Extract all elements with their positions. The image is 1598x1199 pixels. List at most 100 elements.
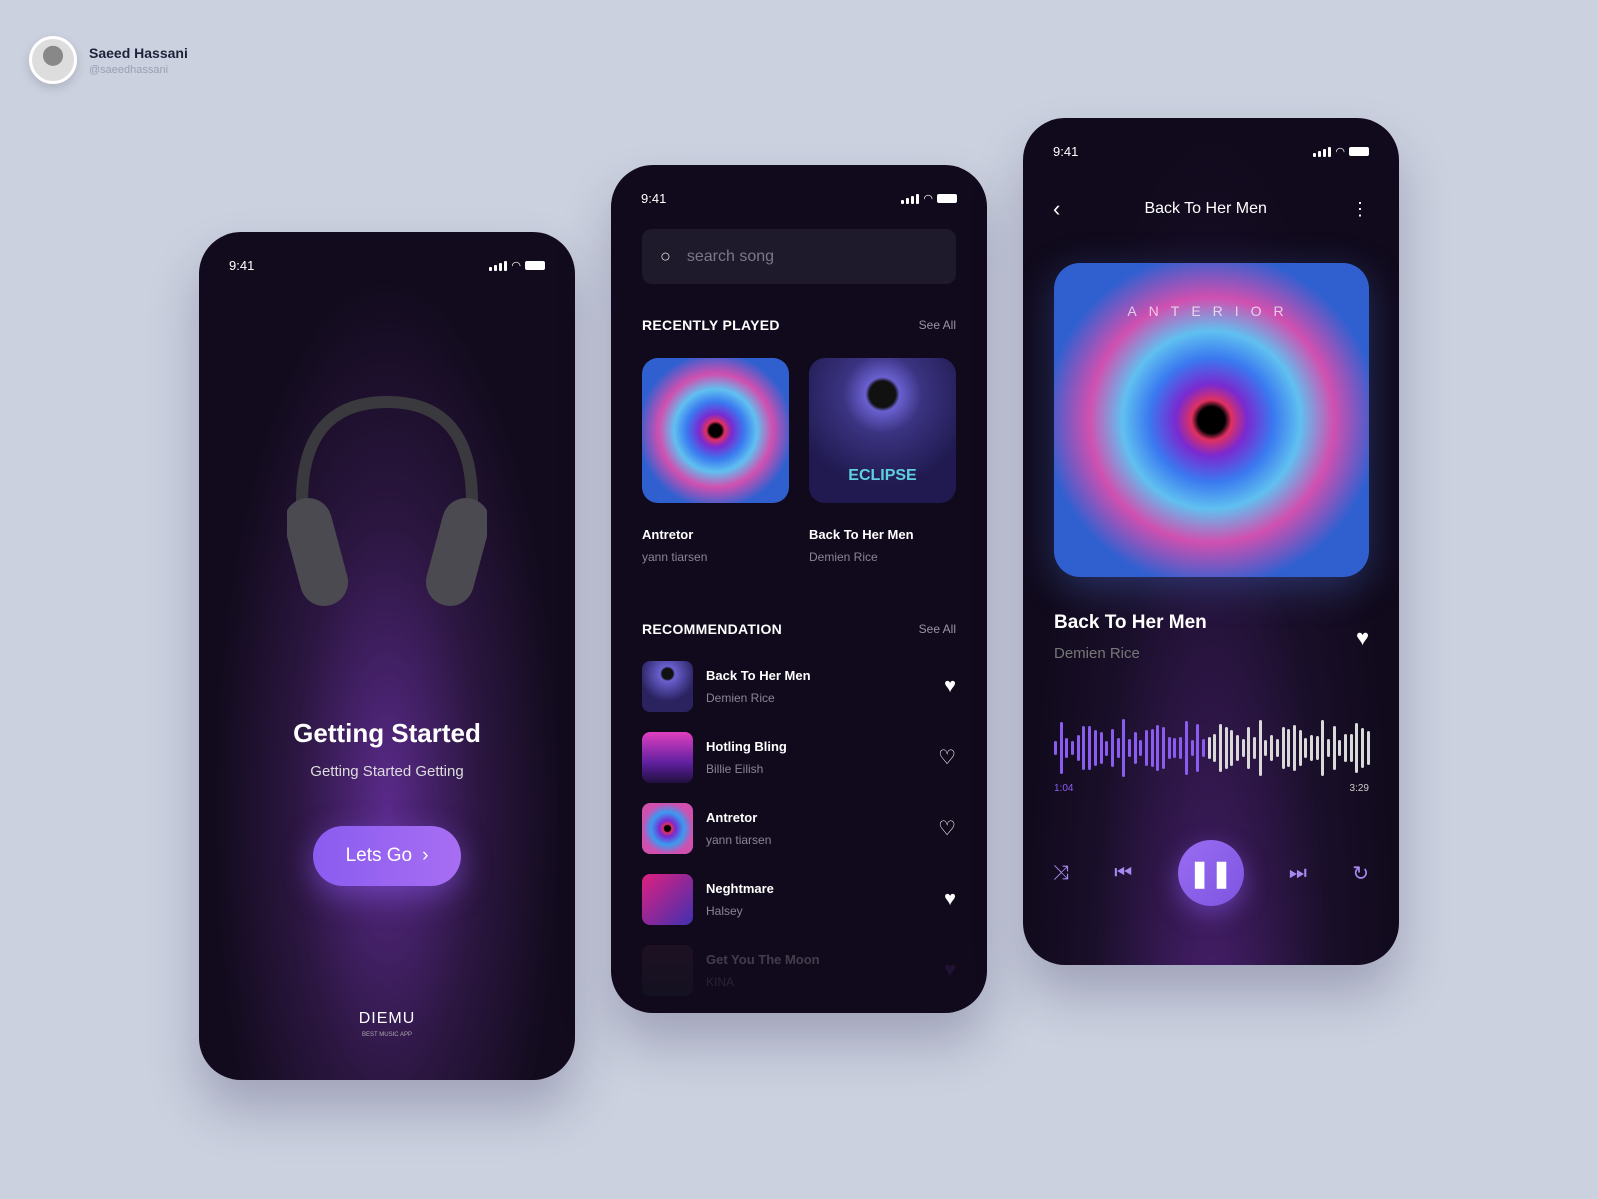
author-name: Saeed Hassani [89,44,188,61]
back-icon[interactable]: ‹ [1053,196,1060,222]
waveform-bar [1059,722,1063,774]
waveform-bar [1122,719,1126,777]
waveform-bar [1241,739,1245,757]
section-title: RECENTLY PLAYED [642,317,780,333]
pause-button[interactable]: ❚❚ [1177,840,1244,906]
status-bar: 9:41 ◠ [641,191,957,206]
battery-icon [937,194,957,203]
avatar [29,36,77,84]
waveform-bar [1082,725,1086,771]
waveform-scrubber[interactable] [1054,716,1370,780]
recommendation-item[interactable]: Neghtmare Halsey ♥ [642,872,956,926]
heart-icon[interactable]: ♡ [938,745,956,770]
pause-icon: ❚❚ [1188,857,1233,888]
recommendation-item[interactable]: Antretor yann tiarsen ♡ [642,801,956,855]
waveform-bar [1065,738,1069,758]
waveform-bar [1071,740,1075,756]
album-thumb [642,873,693,925]
author-handle: @saeedhassani [89,63,169,76]
brand-logo: DIEMU [358,1010,416,1027]
duration: 3:29 [1349,783,1369,794]
next-icon[interactable]: ⏭ [1289,862,1307,885]
song-title: Back To Her Men [706,667,811,683]
cover-text: ECLIPSE [848,467,917,484]
recent-card[interactable]: ECLIPSE Back To Her Men Demien Rice [809,358,956,564]
heart-icon[interactable]: ♥ [944,888,956,911]
waveform-bar [1099,732,1103,764]
brand-tagline: BEST MUSIC APP [362,1032,412,1038]
author: Saeed Hassani @saeedhassani [29,36,188,84]
waveform-bar [1184,720,1188,776]
search-input[interactable]: ○ search song [642,229,956,284]
song-artist: Demien Rice [706,690,775,705]
waveform-bar [1338,740,1342,756]
waveform-bar [1355,722,1359,774]
see-all-link[interactable]: See All [919,622,956,636]
wifi-icon: ◠ [923,193,933,205]
more-icon[interactable]: ⋮ [1351,199,1369,220]
waveform-bar [1287,729,1291,767]
waveform-bar [1201,739,1205,757]
status-bar: 9:41 ◠ [1053,144,1369,159]
time: 9:41 [1053,144,1079,159]
waveform-bar [1327,739,1330,757]
recommendation-item[interactable]: Hotling Bling Billie Eilish ♡ [642,730,956,784]
shuffle-icon[interactable]: ⤨ [1053,862,1069,885]
waveform-bar [1207,737,1211,759]
previous-icon[interactable]: ⏮ [1114,862,1132,885]
waveform-bar [1230,730,1234,766]
heart-icon[interactable]: ♡ [938,816,956,841]
onboarding-title: Getting Started [293,718,481,748]
battery-icon [525,261,545,270]
waveform-bar [1116,738,1120,758]
waveform-bar [1139,740,1143,756]
wifi-icon: ◠ [511,260,521,272]
waveform-bar [1247,726,1251,770]
recent-card[interactable]: Antretor yann tiarsen [642,358,789,564]
album-cover [642,358,789,503]
time: 9:41 [641,191,667,206]
signal-icon [901,193,920,204]
search-placeholder: search song [686,247,775,265]
headphones-image [287,395,487,606]
waveform-bar [1361,727,1365,769]
song-artist: Demien Rice [809,550,878,564]
home-screen: 9:41 ◠ ○ search song RECENTLY PLAYED See Al… [611,165,987,1013]
waveform-bar [1344,734,1348,762]
song-artist: Halsey [706,903,743,918]
see-all-link[interactable]: See All [919,318,956,332]
waveform-bar [1179,737,1183,759]
repeat-icon[interactable]: ↻ [1352,861,1369,886]
playback-controls: ⤨ ⏮ ❚❚ ⏭ ↻ [1053,840,1369,906]
waveform-bar [1349,733,1353,762]
waveform-bar [1196,724,1200,772]
track-artist: Demien Rice [1054,645,1140,662]
signal-icon [489,260,508,271]
recommendation-item[interactable]: Get You The Moon KINA ♥ [642,943,956,997]
waveform-bar [1105,740,1109,756]
waveform-bar [1236,735,1239,761]
album-cover: ANTERIOR [1054,263,1369,577]
onboarding-subtitle: Getting Started Getting [310,763,464,780]
waveform-bar [1213,734,1217,762]
recommendation-item[interactable]: Back To Her Men Demien Rice ♥ [642,659,956,713]
heart-icon[interactable]: ♥ [1356,625,1369,651]
album-cover: ECLIPSE [809,358,956,503]
waveform-bar [1321,720,1325,776]
section-title: RECOMMENDATION [642,621,783,637]
waveform-bar [1054,741,1057,755]
song-title: Hotling Bling [706,738,787,754]
album-thumb [642,802,693,854]
heart-icon[interactable]: ♥ [944,675,956,698]
time: 9:41 [229,258,255,273]
lets-go-button[interactable]: Lets Go › [313,826,461,886]
waveform-bar [1258,719,1262,777]
song-title: Get You The Moon [706,951,820,967]
cover-text: ANTERIOR [1127,303,1296,319]
song-artist: Billie Eilish [706,761,764,776]
song-artist: yann tiarsen [642,550,708,564]
waveform-bar [1366,731,1370,765]
heart-icon[interactable]: ♥ [944,959,956,982]
waveform-bar [1298,729,1302,767]
waveform-bar [1110,729,1114,767]
